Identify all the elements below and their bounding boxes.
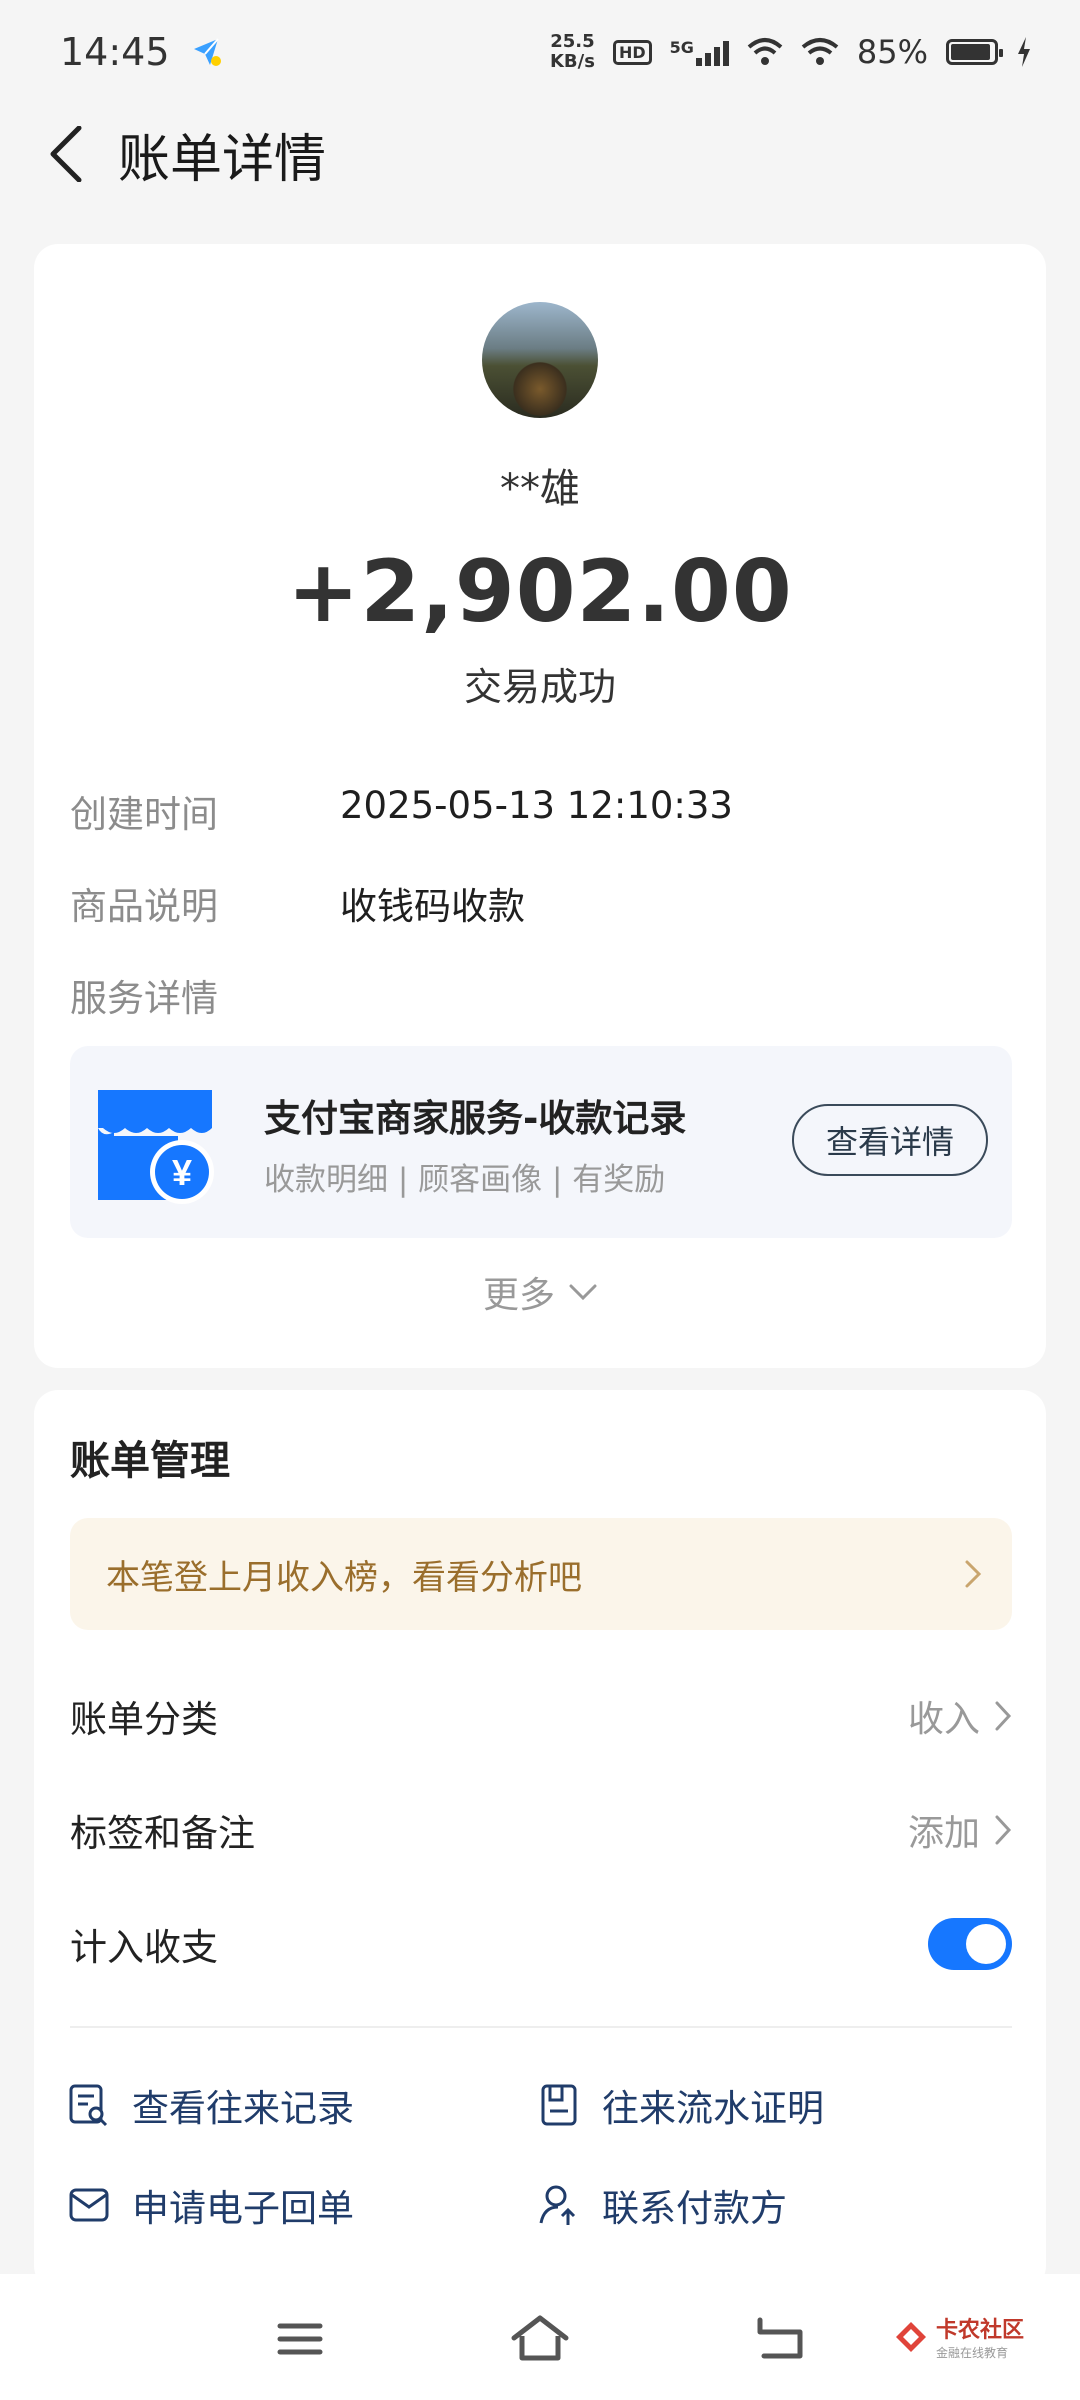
back-nav-button[interactable]	[750, 2314, 810, 2364]
transaction-amount: +2,902.00	[287, 542, 793, 642]
payer-name: **雄	[500, 466, 580, 512]
more-label: 更多	[482, 1275, 555, 1316]
mail-icon	[69, 2188, 109, 2222]
bill-category-value: 收入	[907, 1699, 980, 1740]
service-title: 支付宝商家服务-收款记录	[264, 1097, 687, 1140]
battery-percent: 85%	[856, 33, 928, 71]
description-label: 商品说明	[70, 885, 218, 928]
chevron-right-icon	[995, 1701, 1012, 1731]
bill-management-card: 账单管理 本笔登上月收入榜，看看分析吧 账单分类 收入 标签和备注 添加 计入收…	[34, 1390, 1046, 2290]
transaction-card: **雄 +2,902.00 交易成功 创建时间 2025-05-13 12:10…	[34, 244, 1046, 1368]
service-detail-label: 服务详情	[70, 977, 218, 1020]
system-nav-bar: 卡农社区 金融在线教育	[0, 2274, 1080, 2400]
home-button[interactable]	[510, 2314, 570, 2364]
merchant-service-card[interactable]: ¥ 支付宝商家服务-收款记录 收款明细 | 顾客画像 | 有奖励 查看详情	[70, 1046, 1012, 1238]
created-time-row: 创建时间 2025-05-13 12:10:33	[70, 784, 733, 838]
bill-category-row[interactable]: 账单分类 收入	[70, 1676, 1012, 1756]
created-time-label: 创建时间	[70, 793, 218, 836]
app-header: 账单详情	[0, 104, 1080, 204]
bill-category-label: 账单分类	[70, 1698, 218, 1741]
status-time: 14:45	[60, 30, 170, 74]
net-speed: 25.5 KB/s	[550, 32, 595, 72]
contact-user-icon	[539, 2185, 576, 2225]
wifi-icon	[801, 38, 839, 65]
transaction-status: 交易成功	[463, 665, 616, 709]
menu-icon	[277, 2323, 323, 2355]
view-history-label: 查看往来记录	[132, 2087, 354, 2130]
tags-notes-row[interactable]: 标签和备注 添加	[70, 1790, 1012, 1870]
net-speed-unit: KB/s	[549, 51, 595, 72]
statement-proof-link[interactable]: 往来流水证明	[538, 2078, 824, 2132]
bill-category-selector[interactable]: 收入	[908, 1690, 1012, 1742]
description-row: 商品说明 收钱码收款	[70, 876, 525, 930]
net-type: 5G	[669, 38, 694, 57]
hd-icon: HD	[612, 39, 652, 65]
wifi-call-icon	[747, 38, 783, 65]
charging-icon	[1018, 37, 1030, 67]
service-detail-row: 服务详情	[70, 968, 340, 1022]
created-time-value: 2025-05-13 12:10:33	[340, 784, 733, 827]
promo-text: 本笔登上月收入榜，看看分析吧	[106, 1557, 582, 1598]
avatar[interactable]	[482, 302, 598, 418]
net-speed-value: 25.5	[550, 31, 595, 52]
page-title: 账单详情	[118, 129, 327, 190]
include-in-budget-toggle[interactable]	[928, 1918, 1012, 1970]
kanong-logo-icon	[895, 2321, 926, 2352]
include-in-budget-row: 计入收支	[70, 1904, 1012, 1984]
tags-notes-value: 添加	[907, 1813, 980, 1854]
section-title: 账单管理	[70, 1438, 230, 1484]
income-ranking-banner[interactable]: 本笔登上月收入榜，看看分析吧	[70, 1518, 1012, 1630]
chevron-right-icon	[965, 1560, 982, 1588]
tags-notes-label: 标签和备注	[70, 1812, 255, 1855]
statement-icon	[541, 2084, 577, 2126]
contact-payer-label: 联系付款方	[602, 2187, 787, 2230]
chevron-down-icon	[569, 1284, 597, 1301]
statement-proof-label: 往来流水证明	[602, 2087, 824, 2130]
include-in-budget-label: 计入收支	[70, 1926, 218, 1969]
home-icon	[511, 2315, 569, 2361]
menu-button[interactable]	[270, 2314, 330, 2364]
contact-payer-link[interactable]: 联系付款方	[538, 2178, 787, 2232]
more-button[interactable]: 更多	[34, 1266, 1046, 1318]
chevron-left-icon	[50, 126, 82, 182]
chevron-right-icon	[995, 1815, 1012, 1845]
service-subtitle: 收款明细 | 顾客画像 | 有奖励	[264, 1162, 666, 1198]
e-receipt-label: 申请电子回单	[132, 2187, 354, 2230]
tags-notes-add[interactable]: 添加	[908, 1804, 1012, 1856]
description-value: 收钱码收款	[340, 885, 525, 928]
battery-icon	[946, 39, 1003, 65]
cellular-signal-icon: 5G	[670, 38, 729, 66]
feishu-notification-icon	[193, 38, 221, 66]
back-button[interactable]	[36, 124, 96, 184]
watermark-logo: 卡农社区 金融在线教育	[894, 2312, 1024, 2361]
view-details-button[interactable]: 查看详情	[792, 1104, 988, 1176]
yuan-symbol: ¥	[172, 1152, 192, 1193]
merchant-shop-icon: ¥	[98, 1090, 214, 1204]
status-left: 14:45	[60, 30, 224, 74]
record-search-icon	[69, 2084, 108, 2127]
return-icon	[757, 2317, 803, 2359]
view-history-link[interactable]: 查看往来记录	[68, 2078, 354, 2132]
status-right: 25.5 KB/s HD 5G 85%	[550, 32, 1032, 72]
e-receipt-link[interactable]: 申请电子回单	[68, 2178, 354, 2232]
watermark-tagline: 金融在线教育	[935, 2346, 1008, 2360]
divider	[70, 2026, 1012, 2028]
status-bar: 14:45 25.5 KB/s HD 5G 85%	[0, 0, 1080, 104]
watermark-name: 卡农社区	[935, 2318, 1024, 2343]
